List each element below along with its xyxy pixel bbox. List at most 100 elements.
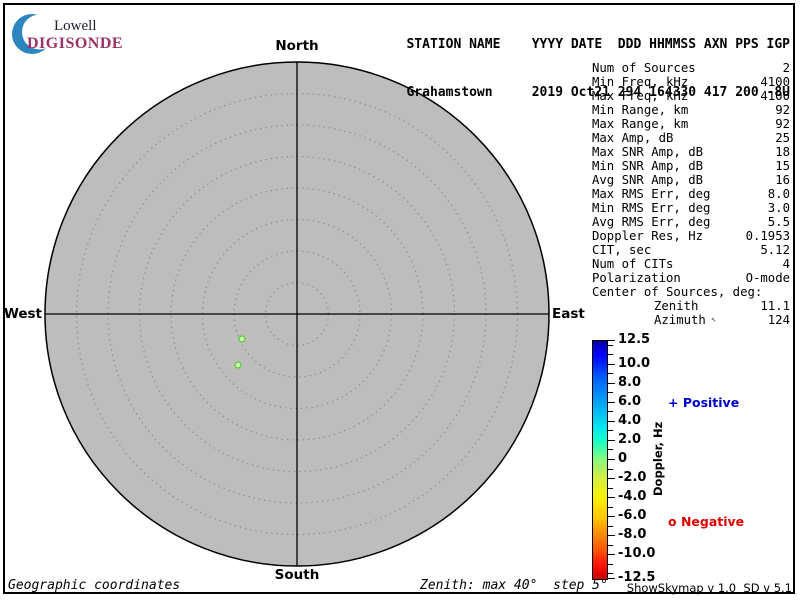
colorbar-tick-label: 8.0	[618, 375, 642, 391]
colorbar-tick	[608, 459, 615, 460]
stat-row: Max Amp, dB 25	[592, 131, 790, 145]
colorbar-tick-label: 4.0	[618, 413, 642, 429]
stat-label: Min Freq, kHz	[592, 75, 689, 89]
stat-row: Avg SNR Amp, dB 16	[592, 173, 790, 187]
skymap-app: Lowell DIGISONDE STATION NAME YYYY DATE …	[0, 0, 800, 600]
west-label: West	[3, 306, 42, 322]
south-label: South	[274, 567, 320, 583]
stat-value: 25	[775, 131, 790, 145]
doppler-colorbar	[592, 340, 608, 580]
stat-row: Zenith 11.1	[592, 299, 790, 313]
stat-value: 8.0	[767, 187, 790, 201]
stat-row: Max Freq, kHz 4100	[592, 89, 790, 103]
stat-label: Avg RMS Err, deg	[592, 215, 711, 229]
colorbar-tick	[608, 392, 613, 394]
stat-row: Num of Sources 2	[592, 61, 790, 75]
stat-value: 124	[767, 313, 790, 327]
colorbar-tick	[608, 344, 613, 346]
stat-label: Doppler Res, Hz	[592, 229, 704, 243]
stat-row: Max RMS Err, deg 8.0	[592, 187, 790, 201]
stat-value: 16	[775, 173, 790, 187]
stat-row: Max Range, km 92	[592, 117, 790, 131]
negative-legend: o Negative	[668, 514, 745, 529]
stat-label: Max Range, km	[592, 117, 689, 131]
colorbar-tick	[608, 487, 613, 489]
north-label: North	[275, 38, 319, 54]
colorbar-tick	[608, 354, 613, 356]
zenith-range-note: Zenith: max 40° step 5°	[420, 578, 608, 593]
colorbar-tick	[608, 535, 615, 537]
colorbar-tick	[608, 340, 615, 341]
azimuth-arrow-icon: ↖	[710, 315, 717, 325]
colorbar-tick-label: 6.0	[618, 394, 642, 410]
stat-label: Center of Sources, deg:	[592, 285, 763, 299]
stat-label: Zenith	[654, 299, 699, 313]
stat-value: 4100	[760, 75, 790, 89]
colorbar-tick	[608, 401, 615, 403]
stat-row: Center of Sources, deg:	[592, 285, 790, 299]
colorbar-tick-label: -4.0	[618, 489, 647, 505]
stat-label: Min RMS Err, deg	[592, 201, 711, 215]
colorbar-tick	[608, 506, 613, 508]
colorbar-tick-label: -6.0	[618, 508, 647, 524]
stat-value: 0.1953	[745, 229, 790, 243]
stat-row: Min SNR Amp, dB 15	[592, 159, 790, 173]
stat-label: Avg SNR Amp, dB	[592, 173, 704, 187]
colorbar-tick-label: 10.0	[618, 355, 651, 371]
stat-label: Max RMS Err, deg	[592, 187, 711, 201]
logo-digisonde-text: DIGISONDE	[27, 35, 124, 52]
coordinates-note: Geographic coordinates	[8, 578, 181, 593]
colorbar-tick	[608, 439, 615, 441]
stat-row: CIT, sec 5.12	[592, 243, 790, 257]
stat-value: 15	[775, 159, 790, 173]
stat-value: 2	[782, 61, 790, 75]
stat-row: Doppler Res, Hz 0.1953	[592, 229, 790, 243]
colorbar-tick	[608, 544, 613, 546]
east-label: East	[552, 306, 585, 322]
positive-legend: + Positive	[668, 395, 740, 410]
stat-label: CIT, sec	[592, 243, 652, 257]
colorbar-tick	[608, 373, 613, 375]
logo-lowell-text: Lowell	[54, 18, 97, 34]
stat-row: Avg RMS Err, deg 5.5	[592, 215, 790, 229]
stats-panel: Num of Sources 2 Min Freq, kHz 4100 Max Freq…	[592, 61, 790, 327]
stat-label: Num of CITs	[592, 257, 674, 271]
colorbar-tick-label: 12.5	[618, 332, 651, 348]
lowell-digisonde-logo: Lowell DIGISONDE	[10, 8, 140, 56]
stat-value: O-mode	[745, 271, 790, 285]
colorbar-tick-label: 0	[618, 451, 628, 467]
stat-row: Min Range, km 92	[592, 103, 790, 117]
stat-value: 5.5	[767, 215, 790, 229]
stat-row: Azimuth ↖ 124	[592, 313, 790, 327]
colorbar-tick	[608, 578, 615, 579]
version-note: ShowSkymap v 1.0 SD v 5.1	[626, 581, 792, 595]
stat-label: Max Freq, kHz	[592, 89, 689, 103]
stat-row: Min Freq, kHz 4100	[592, 75, 790, 89]
colorbar-tick	[608, 554, 615, 556]
stat-label: Max SNR Amp, dB	[592, 145, 704, 159]
colorbar-tick	[608, 363, 615, 365]
stat-value: 11.1	[760, 299, 790, 313]
stat-label: Min Range, km	[592, 103, 689, 117]
colorbar-tick	[608, 516, 615, 518]
stat-label: Min SNR Amp, dB	[592, 159, 704, 173]
stat-row: Min RMS Err, deg 3.0	[592, 201, 790, 215]
stat-label: Azimuth	[654, 313, 706, 327]
stat-label: Num of Sources	[592, 61, 696, 75]
colorbar-tick-label: -8.0	[618, 527, 647, 543]
colorbar-tick	[608, 411, 613, 413]
colorbar-tick	[608, 497, 615, 499]
colorbar-tick	[608, 478, 615, 480]
stat-value: 4100	[760, 89, 790, 103]
colorbar-title: Doppler, Hz	[651, 421, 665, 497]
colorbar-tick	[608, 525, 613, 527]
stat-label: Polarization	[592, 271, 681, 285]
stat-value: 4	[782, 257, 790, 271]
colorbar-tick	[608, 468, 613, 470]
colorbar-tick-label: 2.0	[618, 432, 642, 448]
station-header-row1: STATION NAME YYYY DATE DDD HHMMSS AXN PP…	[406, 37, 790, 52]
stat-value: 3.0	[767, 201, 790, 215]
colorbar-tick	[608, 420, 615, 422]
stat-row: Num of CITs 4	[592, 257, 790, 271]
colorbar-tick	[608, 430, 613, 432]
